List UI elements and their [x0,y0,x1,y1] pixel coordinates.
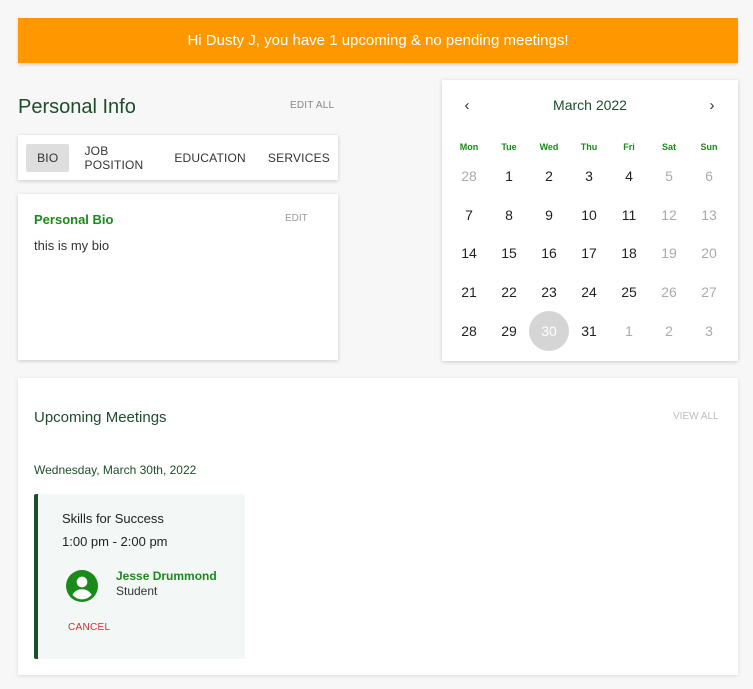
calendar-day[interactable]: 15 [489,234,529,273]
calendar-day[interactable]: 1 [609,311,649,351]
welcome-banner: Hi Dusty J, you have 1 upcoming & no pen… [18,18,738,63]
calendar-month-title: March 2022 [553,97,627,113]
tab-education[interactable]: EDUCATION [166,144,254,172]
calendar-day[interactable]: 11 [609,196,649,235]
calendar-day-selected[interactable]: 30 [529,311,569,352]
banner-text: Hi Dusty J, you have 1 upcoming & no pen… [187,32,569,49]
meeting-title: Skills for Success [62,511,164,526]
calendar-day[interactable]: 18 [609,234,649,273]
view-all-button[interactable]: VIEW ALL [673,411,719,422]
calendar-week: 21 22 23 24 25 26 27 [449,273,729,312]
selected-day-label: 30 [529,311,569,352]
weekday-label: Sun [700,142,718,152]
calendar-day[interactable]: 8 [489,196,529,235]
weekday-label: Thu [580,142,598,152]
calendar-day[interactable]: 28 [449,311,489,351]
bio-title: Personal Bio [34,212,114,227]
calendar-day[interactable]: 1 [489,157,529,196]
calendar-day[interactable]: 25 [609,273,649,312]
calendar-day[interactable]: 4 [609,157,649,196]
account-circle-icon [66,570,98,602]
calendar-day[interactable]: 2 [649,311,689,351]
calendar-day[interactable]: 27 [689,273,729,312]
tab-job-position[interactable]: JOB POSITION [76,144,160,172]
meeting-card[interactable]: Skills for Success 1:00 pm - 2:00 pm Jes… [34,494,245,659]
calendar-day[interactable]: 20 [689,234,729,273]
calendar-day[interactable]: 12 [649,196,689,235]
calendar-day[interactable]: 10 [569,196,609,235]
calendar-week: 14 15 16 17 18 19 20 [449,234,729,273]
calendar-day[interactable]: 6 [689,157,729,196]
upcoming-meetings-title: Upcoming Meetings [34,409,167,426]
calendar-week: 7 8 9 10 11 12 13 [449,196,729,235]
calendar-day[interactable]: 5 [649,157,689,196]
edit-all-button[interactable]: EDIT ALL [290,100,334,111]
calendar-day[interactable]: 17 [569,234,609,273]
attendee-name[interactable]: Jesse Drummond [116,569,217,583]
weekday-label: Wed [539,142,559,152]
calendar: ‹ March 2022 › Mon Tue Wed Thu Fri Sat S… [442,80,738,361]
calendar-day[interactable]: 2 [529,157,569,196]
bio-card: Personal Bio EDIT this is my bio [18,194,338,360]
tab-bio[interactable]: BIO [26,143,70,172]
meeting-date-heading: Wednesday, March 30th, 2022 [34,463,197,477]
calendar-day[interactable]: 7 [449,196,489,235]
calendar-day[interactable]: 31 [569,311,609,351]
calendar-day[interactable]: 24 [569,273,609,312]
bio-text: this is my bio [34,238,110,253]
weekday-header: Mon Tue Wed Thu Fri Sat Sun [449,137,729,157]
calendar-day[interactable]: 29 [489,311,529,351]
calendar-day[interactable]: 16 [529,234,569,273]
calendar-grid: Mon Tue Wed Thu Fri Sat Sun 28 1 2 3 4 5… [449,137,729,352]
calendar-day[interactable]: 3 [569,157,609,196]
calendar-day[interactable]: 26 [649,273,689,312]
calendar-week: 28 29 30 31 1 2 3 [449,311,729,352]
chevron-right-icon[interactable]: › [704,97,720,114]
calendar-day[interactable]: 28 [449,157,489,196]
bio-edit-button[interactable]: EDIT [285,213,308,224]
calendar-day[interactable]: 23 [529,273,569,312]
weekday-label: Mon [459,142,479,152]
weekday-label: Tue [501,142,517,152]
calendar-day[interactable]: 21 [449,273,489,312]
weekday-label: Sat [661,142,676,152]
calendar-day[interactable]: 22 [489,273,529,312]
meeting-time: 1:00 pm - 2:00 pm [62,534,168,549]
calendar-day[interactable]: 14 [449,234,489,273]
personal-info-tabs: BIO JOB POSITION EDUCATION SERVICES [18,135,338,180]
calendar-day[interactable]: 13 [689,196,729,235]
attendee-role: Student [116,584,158,598]
tab-services[interactable]: SERVICES [260,144,338,172]
personal-info-title: Personal Info [18,96,136,118]
calendar-week: 28 1 2 3 4 5 6 [449,157,729,196]
cancel-meeting-button[interactable]: CANCEL [68,622,110,633]
upcoming-meetings-panel: Upcoming Meetings VIEW ALL Wednesday, Ma… [18,378,738,675]
weekday-label: Fri [623,142,635,152]
calendar-day[interactable]: 19 [649,234,689,273]
calendar-day[interactable]: 3 [689,311,729,351]
calendar-day[interactable]: 9 [529,196,569,235]
